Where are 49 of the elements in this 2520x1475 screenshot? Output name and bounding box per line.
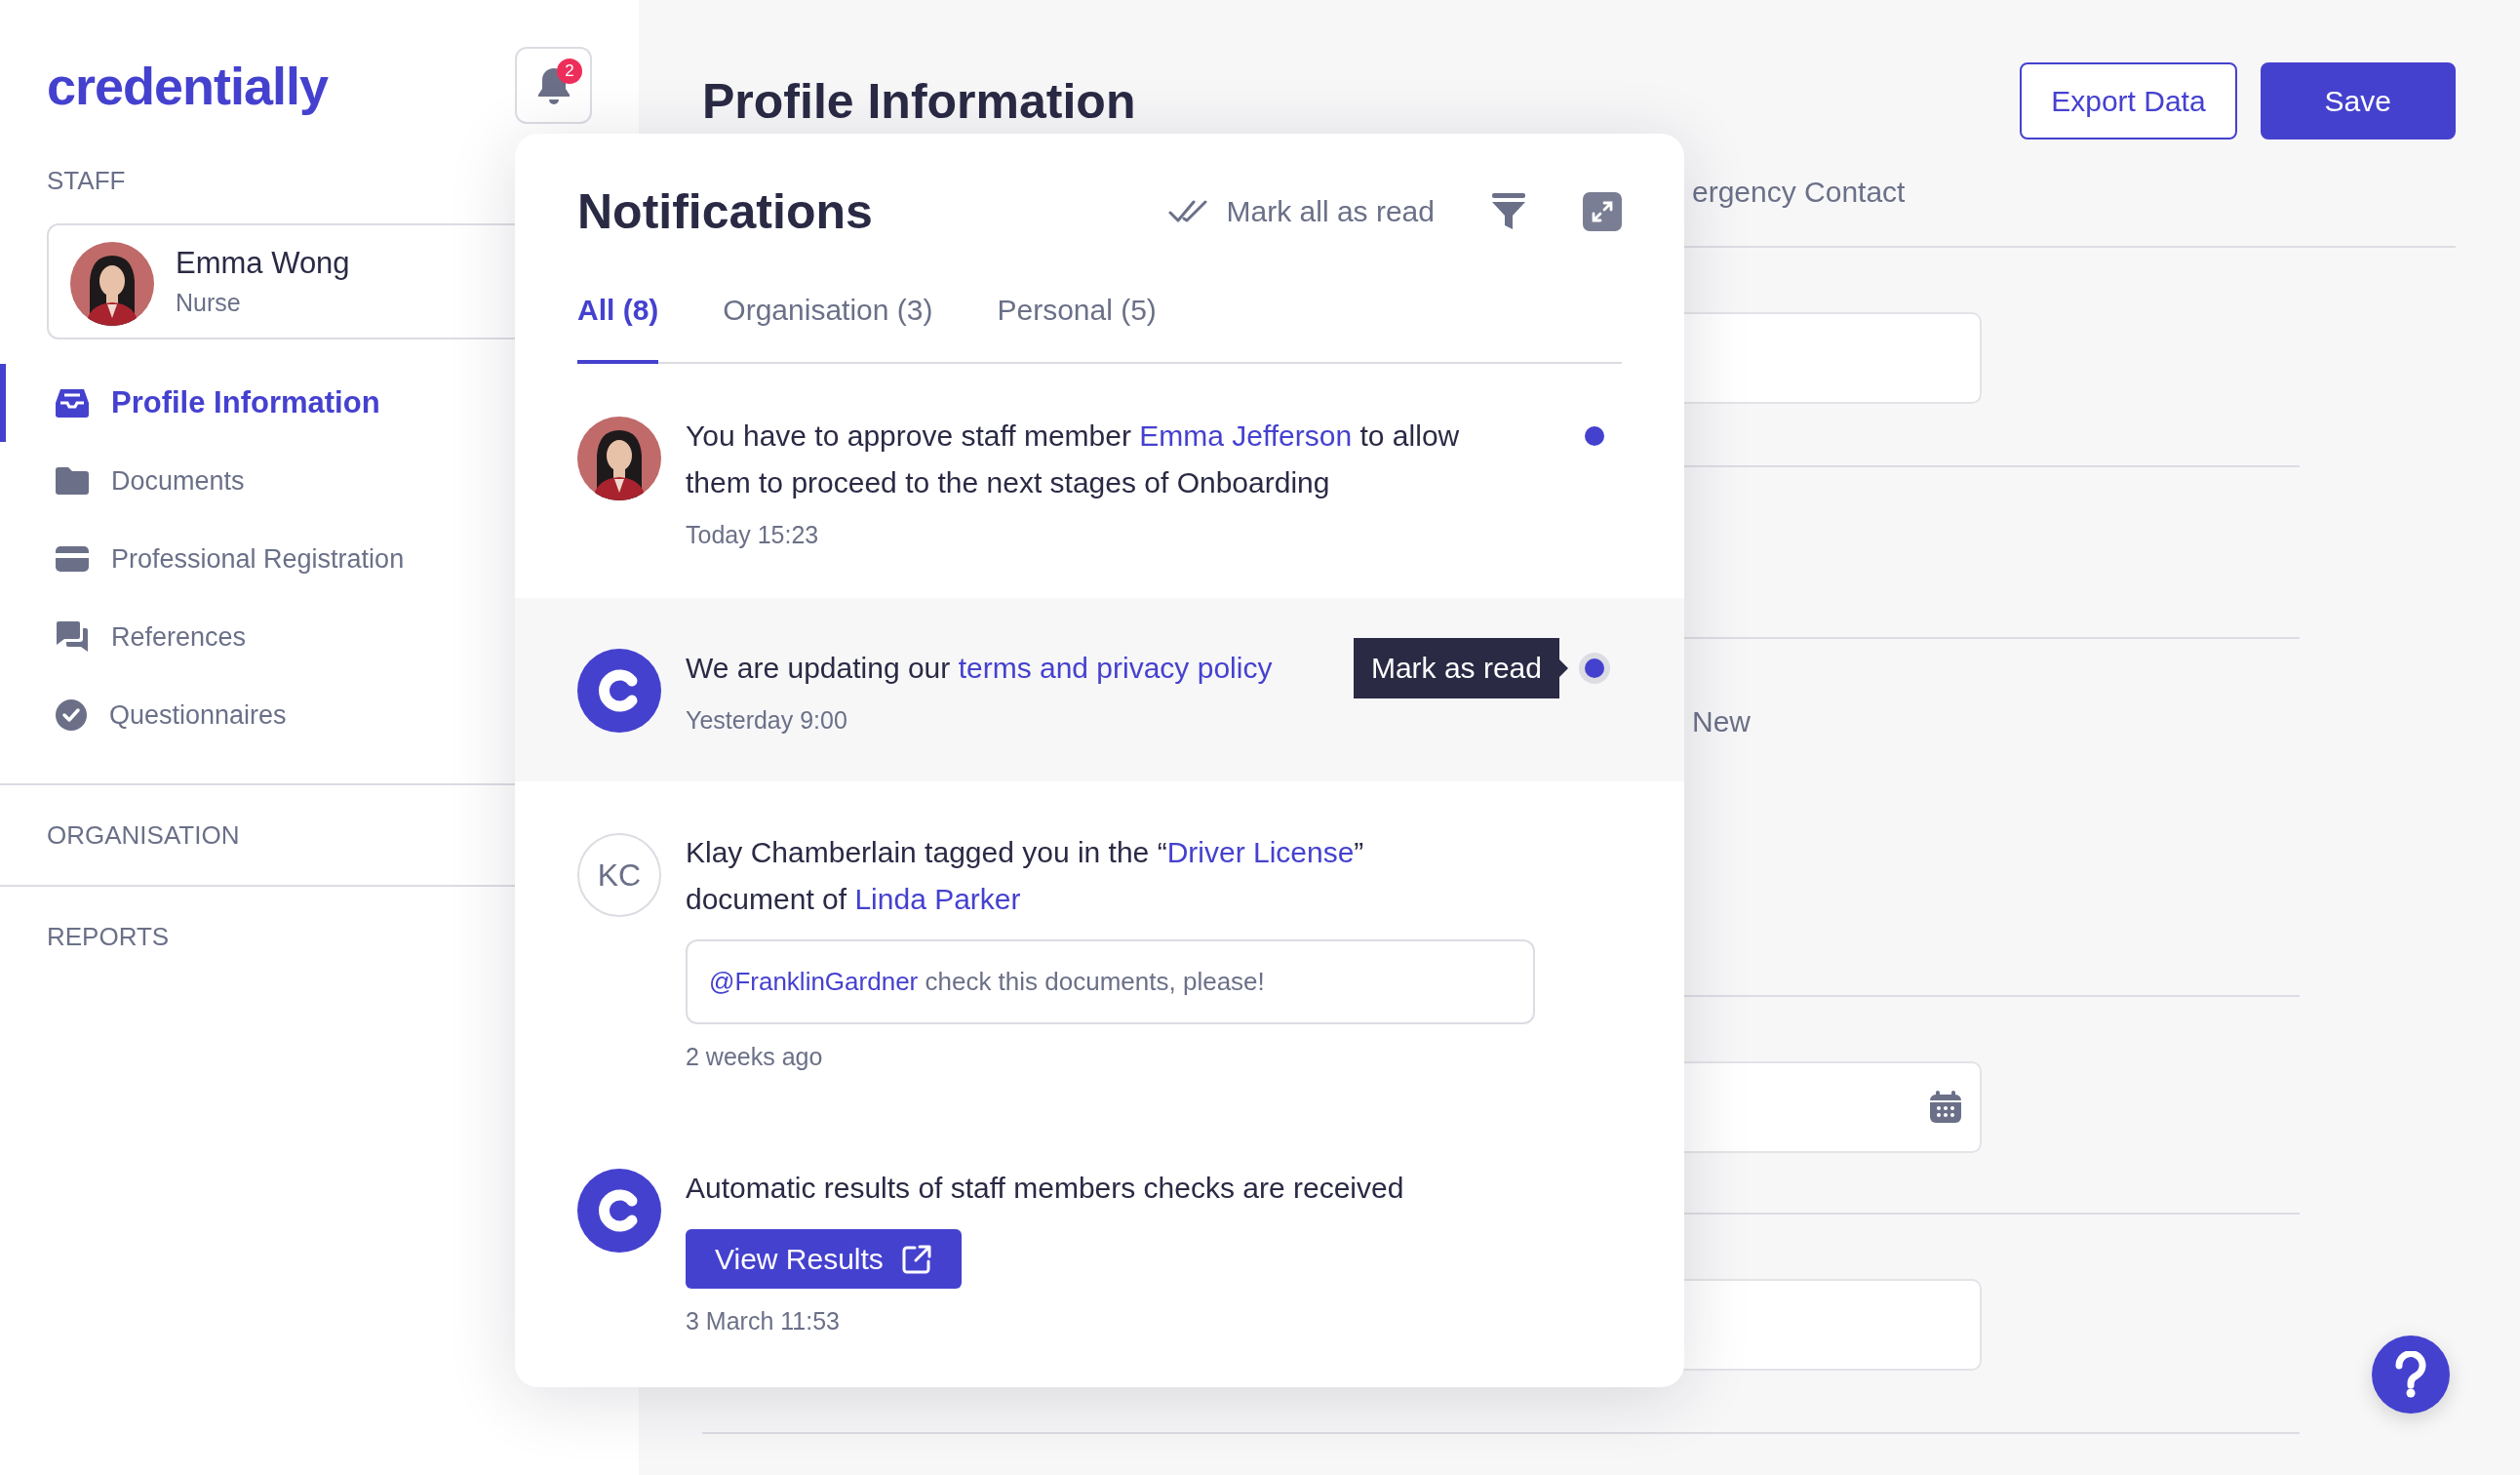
logo-icon (577, 649, 661, 733)
double-check-icon (1167, 199, 1207, 224)
link[interactable]: Emma Jefferson (1139, 419, 1353, 452)
notification-text: Klay Chamberlain tagged you in the “Driver License” document of Linda Parker (686, 835, 1365, 917)
link[interactable]: Linda Parker (854, 883, 1021, 915)
tab[interactable]: Personal (5) (997, 294, 1157, 364)
save-button[interactable]: Save (2260, 62, 2456, 140)
chat-icon (55, 620, 90, 654)
check-circle-icon (55, 698, 88, 732)
tab[interactable]: Organisation (3) (723, 294, 933, 364)
folder-icon (55, 465, 90, 497)
page-title: Profile Information (702, 72, 1137, 130)
timestamp: 3 March 11:53 (686, 1306, 840, 1335)
view-results-button[interactable]: View Results (686, 1229, 962, 1289)
logo: credentially (47, 55, 329, 116)
notification-text: Automatic results of staff members checks are received (686, 1171, 1405, 1206)
notification-item[interactable]: Automatic results of staff members checks are received View Results 3 March 11:53 (515, 1118, 1684, 1383)
section-heading: STAFF (47, 165, 127, 196)
comment-text: @FranklinGardner check this documents, please! (709, 967, 1265, 997)
mention-link[interactable]: @FranklinGardner (709, 967, 919, 996)
inbox-icon (55, 387, 90, 419)
mark-all-read-button[interactable]: Mark all as read (1167, 195, 1472, 228)
notifications-button[interactable]: 2 (515, 47, 592, 124)
staff-role: Nurse (176, 289, 242, 317)
initials-avatar: KC (577, 833, 661, 917)
field-label: New (1692, 705, 1751, 738)
unread-dot[interactable] (1585, 426, 1604, 446)
staff-name: Emma Wong (176, 246, 350, 281)
filter-button[interactable] (1491, 192, 1526, 231)
notification-item[interactable]: KC Klay Chamberlain tagged you in the “Driver License” document of Linda Parker @FranklinGardner check this documents, please! 2 weeks ago (515, 781, 1684, 1118)
logo-icon (577, 1169, 661, 1253)
timestamp: Today 15:23 (686, 520, 819, 549)
expand-button[interactable] (1583, 192, 1622, 231)
notification-text: You have to approve staff member Emma Jefferson to allow them to proceed to the next stages of Onboarding (686, 419, 1461, 500)
calendar-icon (1927, 1089, 1964, 1126)
external-link-icon (900, 1243, 932, 1275)
link[interactable]: Driver License (1166, 836, 1355, 868)
notification-item[interactable]: We are updating our terms and privacy policy Yesterday 9:00 Mark as read (515, 598, 1684, 781)
timestamp: 2 weeks ago (686, 1042, 823, 1071)
notification-badge: 2 (557, 59, 582, 84)
tooltip: Mark as read (1353, 638, 1568, 698)
filter-icon (1491, 192, 1526, 231)
link[interactable]: terms and privacy policy (958, 652, 1273, 684)
notification-item[interactable]: You have to approve staff member Emma Jefferson to allow them to proceed to the next stages of Onboarding Today 15:23 (515, 364, 1684, 598)
expand-icon (1591, 200, 1614, 223)
card-icon (55, 544, 90, 574)
timestamp: Yesterday 9:00 (686, 705, 847, 735)
export-button[interactable]: Export Data (2020, 62, 2237, 140)
tab[interactable]: ergency Contact (1692, 176, 1906, 209)
